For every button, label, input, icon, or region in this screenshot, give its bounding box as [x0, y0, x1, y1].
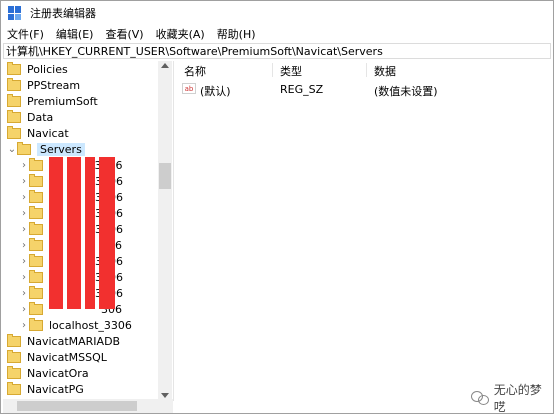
scroll-thumb[interactable]: [17, 401, 137, 411]
folder-icon: [7, 349, 21, 363]
value-type: REG_SZ: [280, 83, 324, 96]
title-bar: 注册表编辑器: [1, 1, 553, 25]
folder-icon: [29, 269, 43, 283]
folder-icon: [29, 173, 43, 187]
folder-open-icon: [17, 141, 31, 155]
folder-icon: [29, 189, 43, 203]
tree-vertical-scrollbar[interactable]: [158, 61, 172, 401]
column-header-data[interactable]: 数据: [374, 63, 396, 79]
chevron-right-icon[interactable]: ›: [19, 173, 29, 189]
folder-icon: [7, 125, 21, 139]
chevron-right-icon[interactable]: ›: [19, 269, 29, 285]
redaction-bar: [85, 157, 95, 309]
folder-icon: [29, 317, 43, 331]
folder-icon: [7, 333, 21, 347]
folder-icon: [29, 301, 43, 315]
string-value-icon: ab: [182, 83, 196, 94]
tree-item-premiumsoft[interactable]: PremiumSoft: [7, 93, 98, 109]
tree-item-localhost[interactable]: › localhost_3306: [19, 317, 132, 333]
tree-item-navicatmssql[interactable]: NavicatMSSQL: [7, 349, 107, 365]
scroll-thumb[interactable]: [159, 163, 171, 189]
column-header-name[interactable]: 名称: [184, 63, 206, 79]
tree-item-ppstream[interactable]: PPStream: [7, 77, 80, 93]
registry-editor-icon: [8, 6, 22, 20]
folder-icon: [29, 221, 43, 235]
redaction-bar: [49, 157, 63, 309]
chevron-right-icon[interactable]: ›: [19, 205, 29, 221]
folder-icon: [7, 61, 21, 75]
redaction-bar: [99, 157, 115, 309]
folder-icon: [29, 237, 43, 251]
tree-item-navicatmariadb[interactable]: NavicatMARIADB: [7, 333, 120, 349]
chevron-right-icon[interactable]: ›: [19, 317, 29, 333]
folder-icon: [29, 285, 43, 299]
tree-item-servers[interactable]: ⌄ Servers: [7, 141, 85, 157]
menu-favorites[interactable]: 收藏夹(A): [150, 26, 211, 42]
folder-icon: [7, 93, 21, 107]
values-list: 名称 类型 数据 ab (默认) REG_SZ (数值未设置): [176, 61, 553, 413]
folder-icon: [7, 109, 21, 123]
menu-edit[interactable]: 编辑(E): [50, 26, 100, 42]
watermark-text: 无心的梦呓: [493, 383, 542, 414]
column-divider[interactable]: [366, 63, 367, 77]
tree-item-navicatpg[interactable]: NavicatPG: [7, 381, 84, 397]
folder-icon: [7, 365, 21, 379]
menu-file[interactable]: 文件(F): [1, 26, 50, 42]
scroll-up-icon[interactable]: [161, 63, 169, 68]
folder-icon: [7, 381, 21, 395]
menu-bar: 文件(F) 编辑(E) 查看(V) 收藏夹(A) 帮助(H): [1, 25, 553, 43]
chevron-right-icon[interactable]: ›: [19, 221, 29, 237]
column-divider[interactable]: [272, 63, 273, 77]
tree-horizontal-scrollbar[interactable]: [3, 399, 173, 413]
folder-icon: [7, 77, 21, 91]
registry-tree: Policies PPStream PremiumSoft Data Navic…: [3, 61, 174, 401]
chevron-right-icon[interactable]: ›: [19, 253, 29, 269]
folder-icon: [29, 157, 43, 171]
chevron-down-icon[interactable]: ⌄: [7, 141, 17, 157]
redaction-bar: [67, 157, 81, 309]
value-name[interactable]: (默认): [200, 83, 231, 99]
tree-item-navicatora[interactable]: NavicatOra: [7, 365, 89, 381]
registry-editor-window: 注册表编辑器 文件(F) 编辑(E) 查看(V) 收藏夹(A) 帮助(H) 计算…: [0, 0, 554, 414]
chevron-right-icon[interactable]: ›: [19, 237, 29, 253]
value-data: (数值未设置): [374, 85, 438, 98]
folder-icon: [29, 253, 43, 267]
chevron-right-icon[interactable]: ›: [19, 157, 29, 173]
tree-item-navicat[interactable]: Navicat: [7, 125, 69, 141]
chevron-right-icon[interactable]: ›: [19, 189, 29, 205]
menu-help[interactable]: 帮助(H): [211, 26, 262, 42]
chevron-right-icon[interactable]: ›: [19, 301, 29, 317]
scroll-down-icon[interactable]: [161, 393, 169, 398]
wechat-icon: [471, 391, 489, 405]
address-bar[interactable]: 计算机\HKEY_CURRENT_USER\Software\PremiumSo…: [3, 43, 551, 59]
folder-icon: [29, 205, 43, 219]
chevron-right-icon[interactable]: ›: [19, 285, 29, 301]
watermark: 无心的梦呓: [471, 381, 553, 414]
menu-view[interactable]: 查看(V): [99, 26, 149, 42]
column-header-type[interactable]: 类型: [280, 63, 302, 79]
tree-item-data[interactable]: Data: [7, 109, 53, 125]
window-title: 注册表编辑器: [30, 7, 96, 20]
tree-item-policies[interactable]: Policies: [7, 61, 68, 77]
